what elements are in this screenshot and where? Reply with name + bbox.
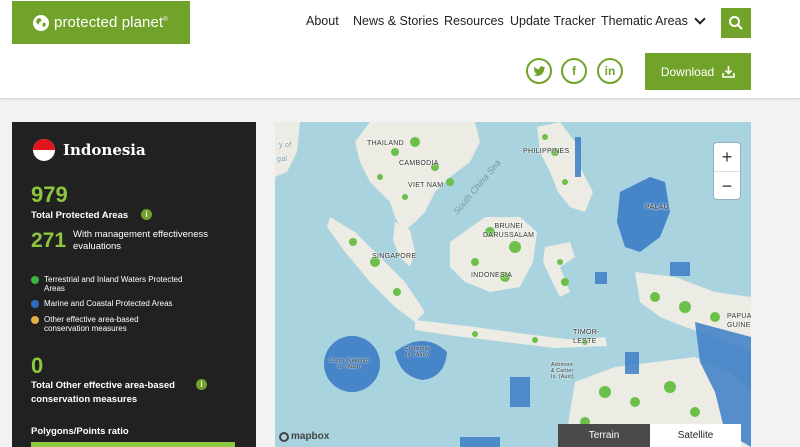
map-label-brunei: BRUNEI DARUSSALAM	[483, 223, 535, 239]
map-label-indonesia: INDONESIA	[471, 272, 513, 279]
map-label-gal: gal	[277, 156, 288, 163]
nav-resources[interactable]: Resources	[444, 14, 504, 28]
country-title: Indonesia	[63, 141, 146, 159]
map-label-timor: TIMOR- LESTE	[573, 329, 600, 345]
country-stats-panel: Indonesia 979 Total Protected Areas i 27…	[12, 122, 256, 447]
map-label-vietnam: VIET NAM	[408, 182, 444, 189]
polygons-points-ratio-label: Polygons/Points ratio	[31, 426, 129, 437]
linkedin-icon: in	[604, 64, 616, 78]
zoom-out-button[interactable]: −	[714, 171, 740, 200]
legend-terrestrial: Terrestrial and Inland Waters Protected …	[31, 275, 184, 293]
download-label: Download	[660, 64, 715, 79]
twitter-button[interactable]	[526, 58, 552, 84]
zoom-in-button[interactable]: +	[714, 143, 740, 171]
map-label-palau: PALAU	[645, 204, 669, 211]
total-protected-areas-label: Total Protected Areas	[31, 210, 129, 221]
twitter-icon	[533, 65, 545, 76]
protected-areas-map[interactable]: THAILAND CAMBODIA VIET NAM PHILIPPINES P…	[275, 122, 751, 447]
mapbox-logo[interactable]: mapbox	[279, 431, 329, 442]
logo-text: protected planet®	[54, 14, 168, 31]
marine-dot-icon	[31, 300, 39, 308]
oecm-dot-icon	[31, 316, 39, 324]
legend-terrestrial-label: Terrestrial and Inland Waters Protected …	[44, 275, 183, 293]
legend-oecm-label: Other effective area-based conservation …	[44, 315, 139, 333]
legend-marine-label: Marine and Coastal Protected Areas	[44, 299, 173, 308]
linkedin-button[interactable]: in	[597, 58, 623, 84]
ratio-bar	[31, 442, 235, 447]
globe-icon	[33, 14, 49, 31]
search-icon	[729, 16, 743, 30]
tab-terrain[interactable]: Terrain	[558, 424, 650, 447]
nav-news-stories[interactable]: News & Stories	[353, 14, 438, 28]
terrestrial-dot-icon	[31, 276, 39, 284]
zoom-control: + −	[714, 143, 740, 199]
chevron-down-icon	[694, 13, 706, 25]
map-label-papua: PAPUA GUINE	[727, 313, 751, 329]
map-label-sea-left: y of	[279, 142, 292, 149]
map-label-cocos: Cocos (Keeling) Is. (Aust)	[329, 358, 370, 370]
protected-planet-logo[interactable]: protected planet®	[12, 1, 190, 44]
download-button[interactable]: Download	[645, 53, 751, 90]
tab-satellite[interactable]: Satellite	[650, 424, 741, 447]
facebook-button[interactable]: f	[561, 58, 587, 84]
search-button[interactable]	[721, 8, 751, 38]
pame-label: With management effectiveness evaluation…	[73, 229, 209, 252]
oecm-total-label: Total Other effective area-based conserv…	[31, 380, 175, 405]
nav-thematic-areas[interactable]: Thematic Areas	[601, 13, 706, 28]
info-icon[interactable]: i	[196, 379, 207, 390]
legend-oecm: Other effective area-based conservation …	[31, 315, 184, 333]
site-header: protected planet® About News & Stories R…	[0, 0, 800, 99]
info-icon[interactable]: i	[141, 209, 152, 220]
mapbox-icon	[279, 431, 289, 442]
oecm-value: 0	[31, 353, 44, 378]
nav-thematic-label: Thematic Areas	[601, 14, 688, 28]
pame-value: 271	[31, 229, 67, 252]
indonesia-flag-icon	[33, 139, 55, 161]
download-icon	[722, 66, 735, 78]
map-label-philippines: PHILIPPINES	[523, 148, 570, 155]
map-label-singapore: SINGAPORE	[372, 253, 417, 260]
map-label-cambodia: CAMBODIA	[399, 160, 439, 167]
map-label-ashmore: Ashmore & Cartier Is. (Aust)	[551, 362, 575, 380]
legend-marine: Marine and Coastal Protected Areas	[31, 299, 173, 308]
map-label-thailand: THAILAND	[367, 140, 405, 147]
mapbox-label: mapbox	[291, 431, 330, 442]
map-canvas	[275, 122, 751, 447]
map-label-christmas: Christmas Is. (Aust)	[405, 346, 431, 358]
nav-update-tracker[interactable]: Update Tracker	[510, 14, 595, 28]
total-protected-areas-value: 979	[31, 182, 68, 207]
facebook-icon: f	[572, 64, 576, 78]
nav-about[interactable]: About	[306, 14, 339, 28]
